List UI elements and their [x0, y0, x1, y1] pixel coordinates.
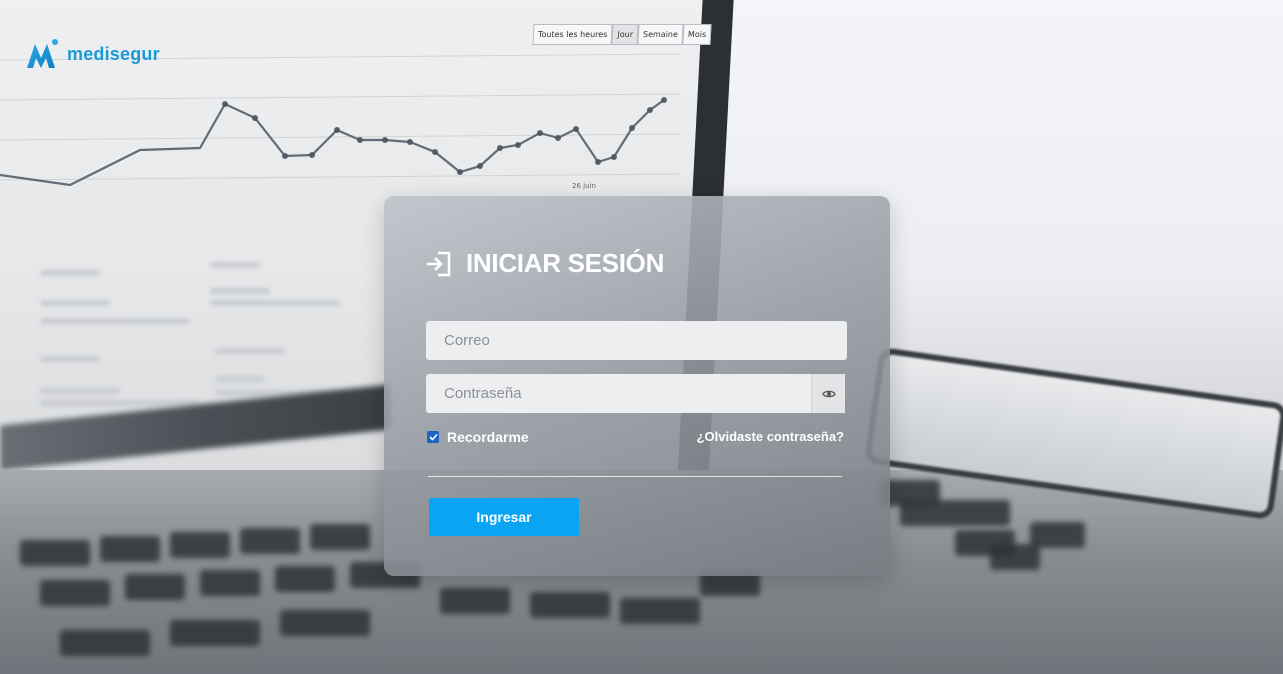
remember-checkbox[interactable] [427, 431, 439, 443]
chart-point [537, 130, 543, 136]
chart-point [661, 97, 667, 103]
login-page: Toutes les heures Jour Semaine Mois 26 j… [0, 0, 1283, 674]
chart-gridline [0, 93, 681, 101]
chart-range-week: Semaine [637, 24, 684, 45]
password-input[interactable] [426, 374, 812, 413]
page-title: INICIAR SESIÓN [466, 248, 665, 278]
chart-point [573, 126, 579, 132]
chart-point [382, 137, 388, 143]
medisegur-logo-icon [27, 39, 58, 68]
chart-point [334, 127, 340, 133]
forgot-password-link[interactable]: ¿Olvidaste contraseña? [697, 429, 844, 444]
chart-point [457, 169, 463, 175]
chart-gridline [0, 173, 681, 181]
form-divider [428, 476, 842, 477]
chart-point [252, 115, 258, 121]
login-header: INICIAR SESIÓN [424, 248, 664, 279]
eye-icon [821, 390, 836, 397]
password-field[interactable] [426, 374, 845, 413]
login-icon [427, 251, 451, 276]
login-card: INICIAR SESIÓN Recordarme ¿Olvidaste con [384, 196, 890, 576]
chart-axis-label: 26 juin [572, 182, 596, 190]
submit-button[interactable]: Ingresar [429, 498, 579, 536]
chart-range-hours: Toutes les heures [532, 24, 613, 45]
chart-point [477, 163, 483, 169]
chart-point [595, 159, 601, 165]
email-field[interactable] [426, 321, 847, 360]
background-chart-toolbar: Toutes les heures Jour Semaine Mois [532, 24, 712, 45]
chart-point [407, 139, 413, 145]
chart-point [309, 152, 315, 158]
checkmark-icon [428, 433, 438, 441]
chart-point [222, 101, 228, 107]
chart-point [515, 142, 521, 148]
chart-point [432, 149, 438, 155]
chart-point [497, 145, 503, 151]
remember-label: Recordarme [447, 429, 529, 445]
brand-logo[interactable]: medisegur [25, 38, 160, 70]
chart-point [282, 153, 288, 159]
chart-point [555, 135, 561, 141]
brand-name: medisegur [67, 43, 160, 64]
chart-range-day: Jour [611, 24, 639, 45]
chart-range-month: Mois [682, 24, 712, 45]
email-input[interactable] [426, 321, 847, 360]
chart-point [629, 125, 635, 131]
remember-me[interactable]: Recordarme [427, 429, 529, 445]
chart-gridline [0, 133, 681, 141]
toggle-password-button[interactable] [811, 374, 845, 413]
chart-point [611, 154, 617, 160]
chart-point [647, 107, 653, 113]
chart-point [357, 137, 363, 143]
